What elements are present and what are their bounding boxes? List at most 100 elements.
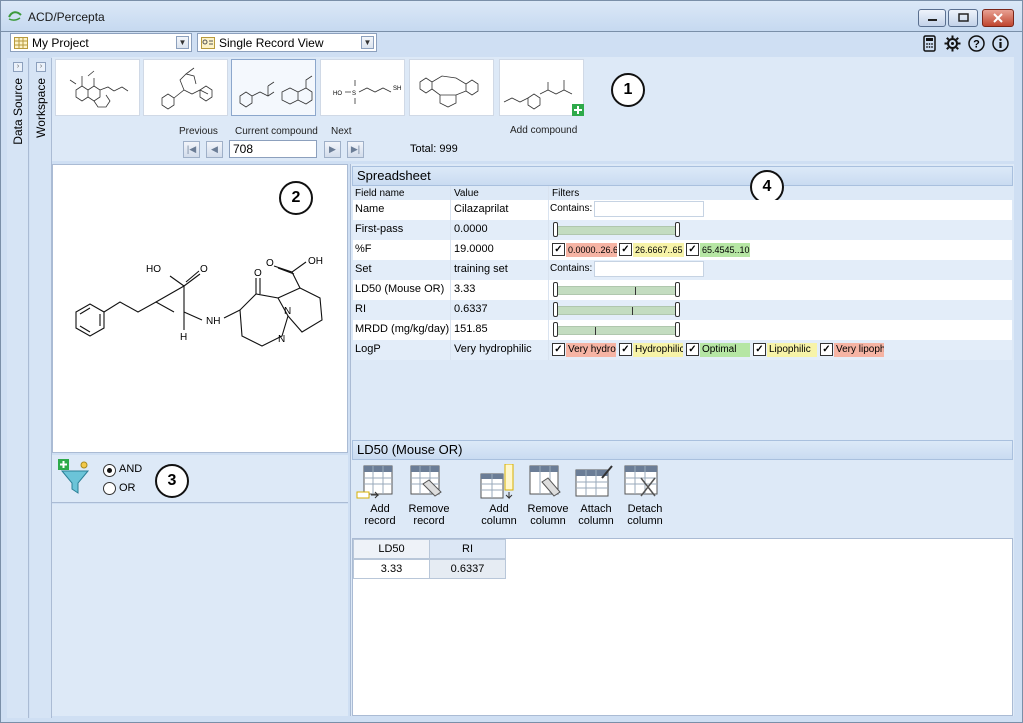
contains-input[interactable]: [594, 261, 704, 277]
previous-record-button[interactable]: ◀: [206, 141, 223, 158]
category-checkbox[interactable]: ✓: [686, 343, 699, 356]
tool-label: Attach column: [578, 503, 614, 527]
field-value: training set: [454, 263, 508, 275]
remove-column-button[interactable]: Remove column: [526, 464, 570, 534]
column-header[interactable]: LD50 (Mouse...: [353, 539, 430, 573]
slider-min-handle[interactable]: [553, 302, 558, 317]
range-chip: 0.0000..26.6: [566, 243, 617, 257]
view-label: Single Record View: [219, 35, 324, 50]
minimize-button[interactable]: [918, 9, 946, 27]
range-checkbox[interactable]: ✓: [686, 243, 699, 256]
chevron-down-icon[interactable]: ▼: [176, 36, 189, 49]
category-checkbox[interactable]: ✓: [820, 343, 833, 356]
category-checkbox[interactable]: ✓: [552, 343, 565, 356]
help-icon[interactable]: ?: [968, 35, 985, 52]
info-icon[interactable]: [992, 35, 1009, 52]
column-header[interactable]: RI: [429, 539, 506, 559]
data-source-strip: [7, 58, 29, 718]
field-value: 19.0000: [454, 243, 494, 255]
and-radio[interactable]: [103, 464, 116, 477]
table-cell[interactable]: 3.33: [353, 559, 430, 579]
callout-badge-3: 3: [155, 464, 189, 498]
tool-label: Add column: [481, 503, 517, 527]
compound-thumbnail-selected[interactable]: [231, 59, 316, 116]
field-name: LD50 (Mouse OR): [355, 283, 445, 295]
atom-label: O: [266, 258, 274, 269]
slider-max-handle[interactable]: [675, 302, 680, 317]
range-slider[interactable]: [550, 320, 690, 340]
calculator-icon[interactable]: [921, 35, 938, 52]
slider-max-handle[interactable]: [675, 282, 680, 297]
next-record-button[interactable]: ▶: [324, 141, 341, 158]
add-column-button[interactable]: Add column: [477, 463, 521, 534]
minimize-icon: [928, 19, 937, 21]
compound-thumbnail[interactable]: [143, 59, 228, 116]
field-name: MRDD (mg/kg/day): [355, 323, 450, 335]
close-button[interactable]: [982, 9, 1014, 27]
current-compound-input[interactable]: 708: [229, 140, 317, 158]
range-slider[interactable]: [550, 280, 690, 300]
range-slider[interactable]: [550, 220, 690, 240]
field-name: %F: [355, 243, 372, 255]
chevron-right-icon[interactable]: ›: [13, 62, 23, 72]
table-icon: [14, 36, 28, 49]
slider-min-handle[interactable]: [553, 282, 558, 297]
atom-label: H: [180, 332, 187, 343]
category-checkbox[interactable]: ✓: [619, 343, 632, 356]
compound-thumbnail[interactable]: [409, 59, 494, 116]
range-checkbox[interactable]: ✓: [619, 243, 632, 256]
slider-max-handle[interactable]: [675, 222, 680, 237]
compound-thumbnail[interactable]: [55, 59, 140, 116]
detach-column-button[interactable]: Detach column: [623, 464, 667, 534]
chevron-right-icon[interactable]: ›: [36, 62, 46, 72]
field-value: Cilazaprilat: [454, 203, 509, 215]
contains-filter: Contains:: [550, 200, 750, 220]
total-count: Total: 999: [410, 143, 458, 155]
slider-min-handle[interactable]: [553, 222, 558, 237]
header-filters: Filters: [552, 188, 580, 199]
add-filter-icon[interactable]: [58, 459, 94, 495]
slider-max-handle[interactable]: [675, 322, 680, 337]
range-chip: 26.6667..65: [633, 243, 684, 257]
project-select[interactable]: My Project ▼: [10, 33, 192, 52]
molecule-thumbnail-icon: [69, 70, 129, 108]
tab-data-source[interactable]: Data Source: [11, 78, 25, 145]
field-name: RI: [355, 303, 366, 315]
table-row: RI 0.6337: [353, 300, 1012, 320]
tab-workspace[interactable]: Workspace: [34, 78, 48, 138]
attach-column-icon: [575, 465, 613, 497]
slider-min-handle[interactable]: [553, 322, 558, 337]
range-slider[interactable]: [550, 300, 690, 320]
contains-input[interactable]: [594, 201, 704, 217]
remove-record-icon: [410, 465, 442, 497]
add-record-button[interactable]: Add record: [356, 464, 404, 534]
category-chip: Very lipoph: [834, 343, 884, 357]
gear-icon[interactable]: [944, 35, 961, 52]
add-compound-label: Add compound: [510, 125, 578, 136]
view-select[interactable]: Single Record View ▼: [197, 33, 377, 52]
first-record-button[interactable]: |◀: [183, 141, 200, 158]
attach-column-button[interactable]: Attach column: [574, 464, 618, 534]
last-record-button[interactable]: ▶|: [347, 141, 364, 158]
tool-label: Remove record: [408, 503, 450, 527]
field-value: 151.85: [454, 323, 488, 335]
maximize-button[interactable]: [948, 9, 978, 27]
add-compound-button[interactable]: [499, 59, 584, 116]
molecule-thumbnail-icon: [419, 75, 479, 108]
svg-text:S: S: [352, 91, 356, 97]
title-bar: [0, 0, 1023, 32]
table-row: Name Cilazaprilat Contains:: [353, 200, 1012, 220]
category-checkbox[interactable]: ✓: [753, 343, 766, 356]
range-checkbox[interactable]: ✓: [552, 243, 565, 256]
field-value: Very hydrophilic: [454, 343, 532, 355]
atom-label: OH: [308, 256, 323, 267]
or-radio[interactable]: [103, 482, 116, 495]
field-name: Name: [355, 203, 385, 215]
slider-track: [556, 286, 678, 295]
table-cell[interactable]: 0.6337: [429, 559, 506, 579]
molecule-thumbnail-icon: HO S SH: [333, 80, 401, 104]
atom-label: O: [200, 264, 208, 275]
compound-thumbnail[interactable]: HO S SH: [320, 59, 405, 116]
chevron-down-icon[interactable]: ▼: [361, 36, 374, 49]
remove-record-button[interactable]: Remove record: [405, 464, 453, 534]
